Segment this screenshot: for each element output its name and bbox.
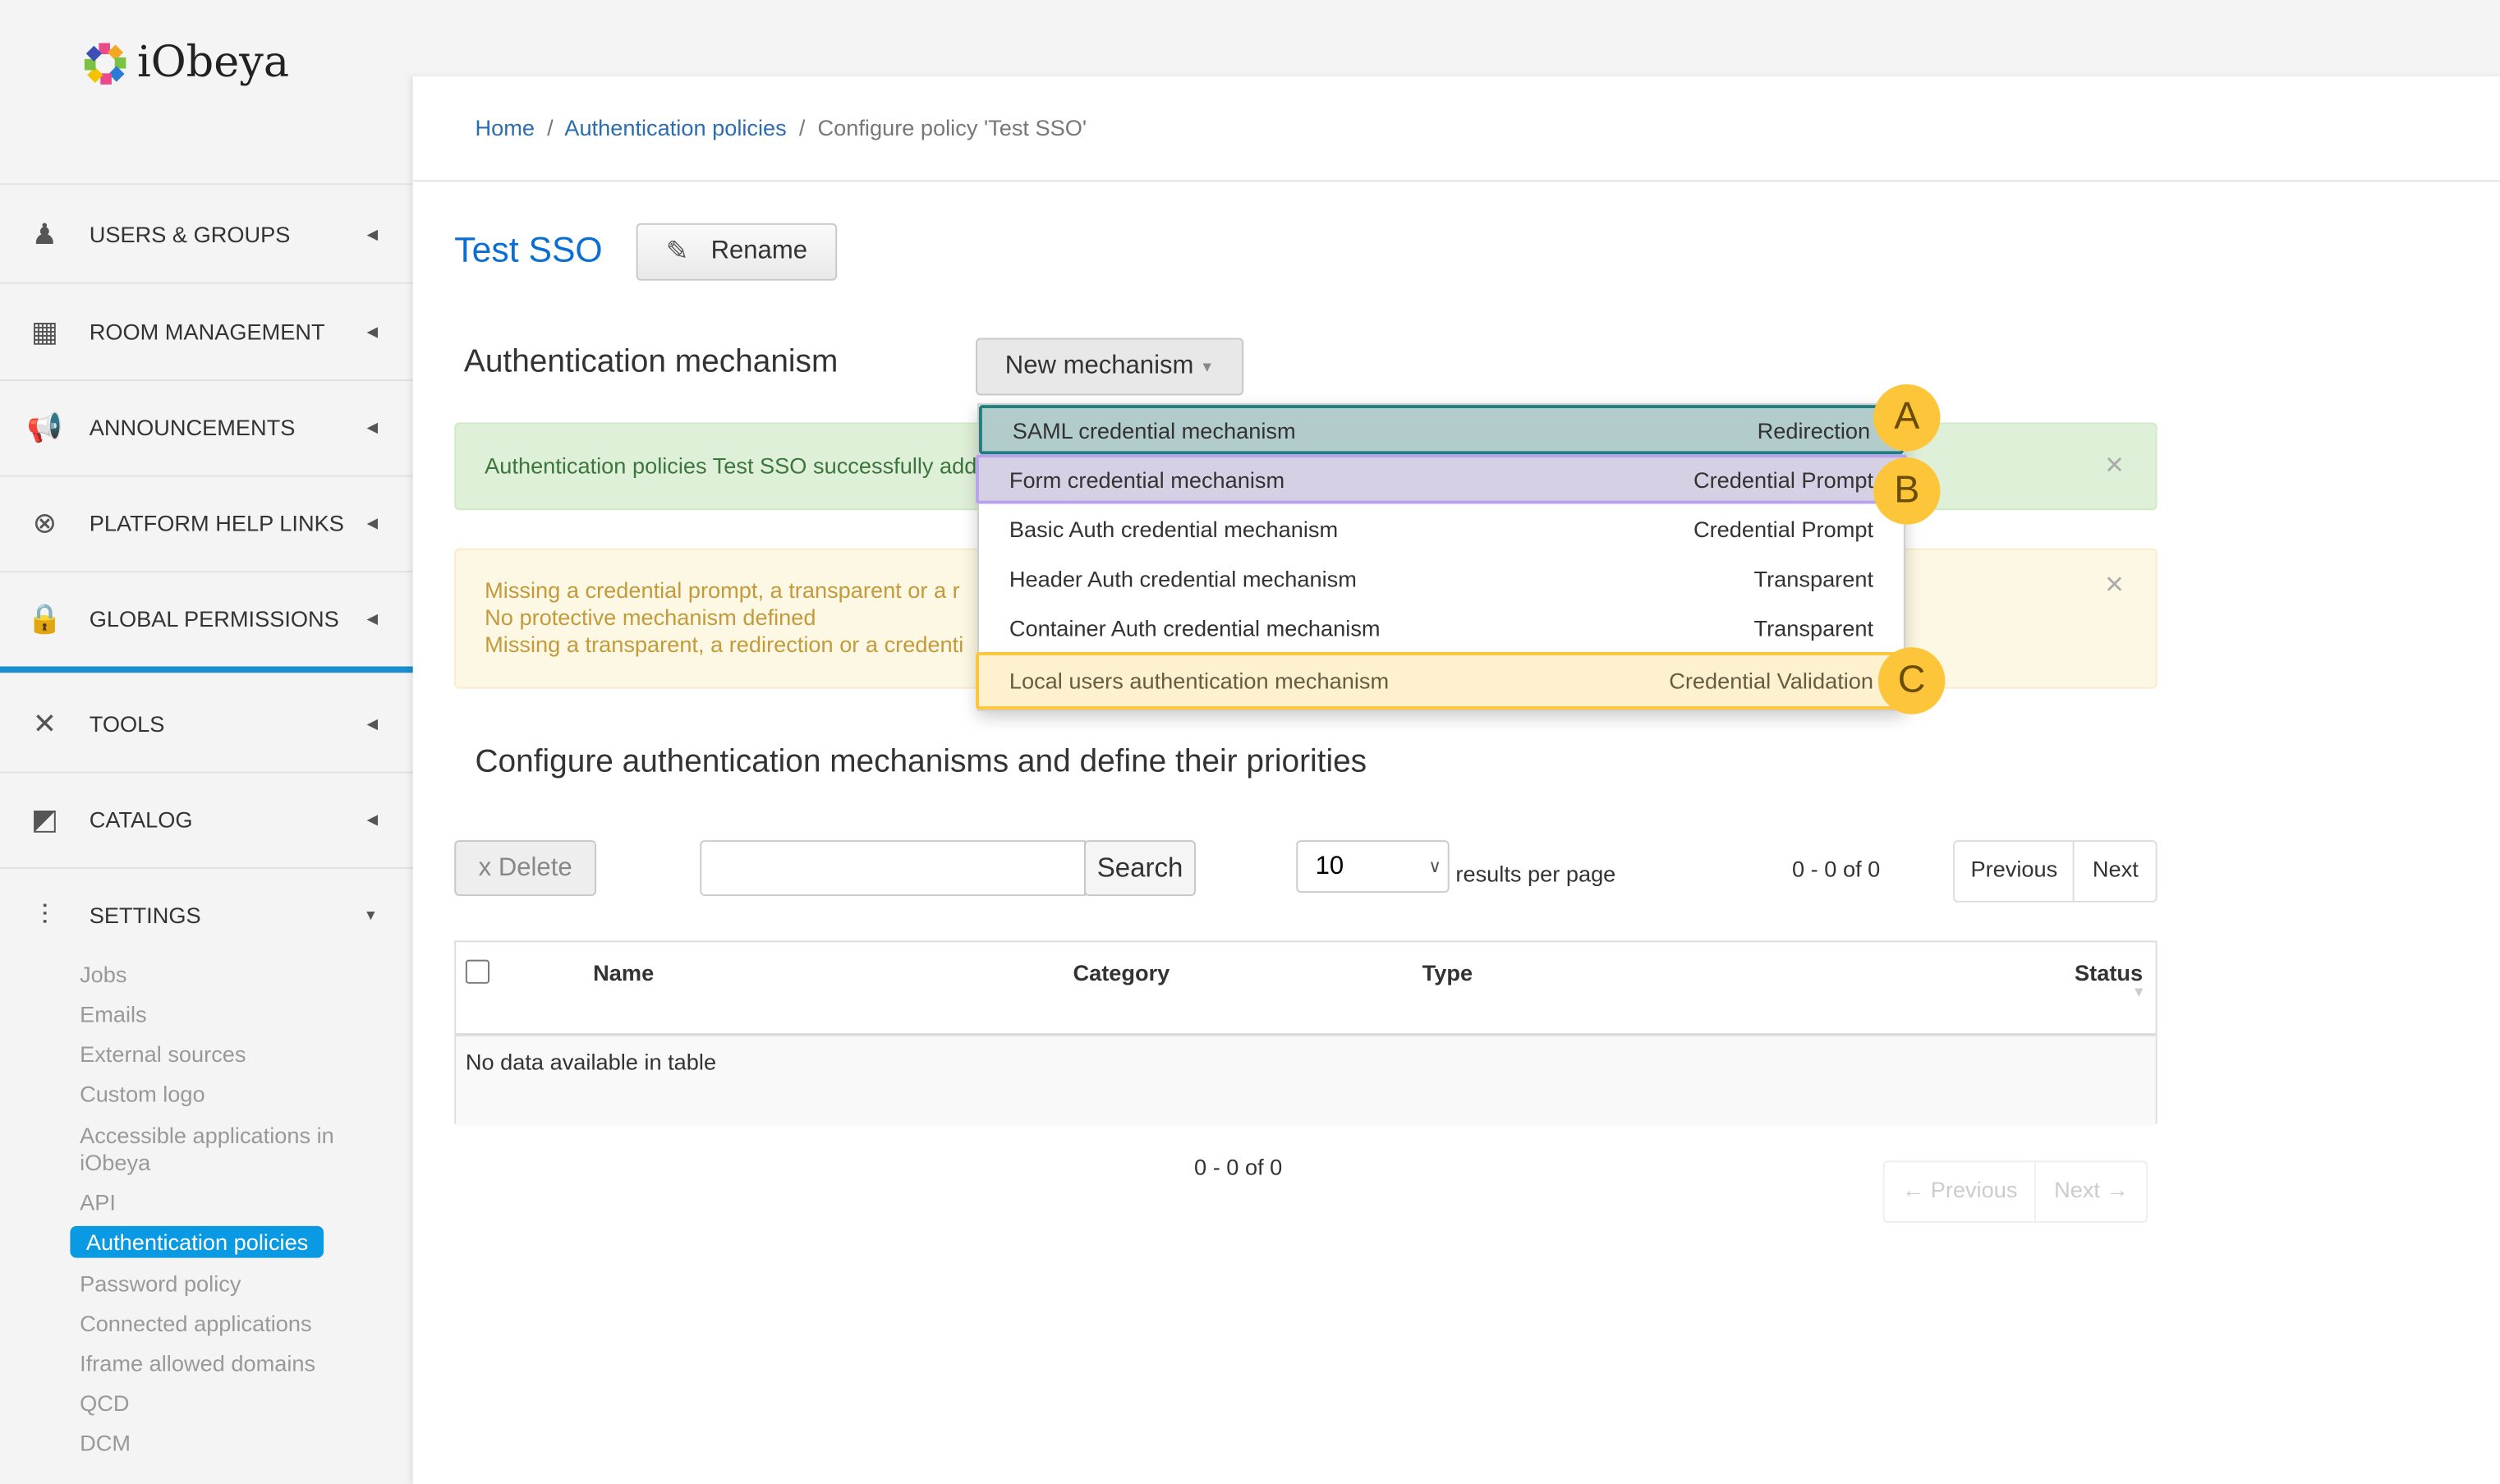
caret-left-icon: ◀ [366, 811, 379, 827]
menu-item-basic-auth[interactable]: Basic Auth credential mechanism Credentia… [979, 503, 1904, 553]
main-panel: Home / Authentication policies / Configu… [412, 76, 2500, 1484]
settings-link-jobs[interactable]: Jobs [80, 962, 126, 987]
sidebar-item-users-groups[interactable]: ♟ USERS & GROUPS ◀ [0, 186, 413, 284]
bottom-next-button[interactable]: Next → [2037, 1162, 2146, 1221]
settings-link-dcm[interactable]: DCM [80, 1430, 131, 1455]
per-page-label: results per page [1455, 861, 1616, 887]
bottom-previous-button[interactable]: ← Previous [1885, 1162, 2037, 1222]
lock-icon: 🔒 [26, 601, 63, 634]
menu-item-local-users[interactable]: Local users authentication mechanism Cred… [976, 651, 1907, 710]
bottom-range: 0 - 0 of 0 [1194, 1154, 1283, 1180]
caret-left-icon: ◀ [366, 609, 379, 626]
configure-heading: Configure authentication mechanisms and … [475, 744, 1367, 780]
sidebar-item-catalog[interactable]: ◩ CATALOG ◀ [0, 772, 413, 870]
sliders-icon: ⫶ [40, 898, 48, 930]
menu-item-container-auth[interactable]: Container Auth credential mechanism Trans… [979, 603, 1904, 652]
marker-b: B [1873, 457, 1941, 525]
menu-item-saml[interactable]: SAML credential mechanism Redirection [978, 405, 1904, 455]
mechanisms-table: Name Category Type Status ▼ No data avai… [454, 940, 2158, 1126]
pencil-icon: ✎ [665, 236, 689, 267]
breadcrumb-home[interactable]: Home [476, 115, 535, 140]
settings-link-emails[interactable]: Emails [80, 1001, 147, 1027]
settings-link-password-policy[interactable]: Password policy [80, 1270, 241, 1296]
empty-row: No data available in table [456, 1036, 2156, 1126]
user-icon: ♟ [31, 217, 58, 250]
sidebar-item-tools[interactable]: ✕ TOOLS ◀ [0, 676, 413, 774]
search-input[interactable] [700, 840, 1087, 897]
caret-left-icon: ◀ [366, 714, 379, 732]
caret-down-icon: ▼ [1200, 358, 1215, 375]
next-button[interactable]: Next [2075, 842, 2157, 901]
settings-link-accessible-apps[interactable]: Accessible applications in iObeya [70, 1123, 351, 1177]
settings-link-connected-apps[interactable]: Connected applications [80, 1311, 312, 1336]
breadcrumb: Home / Authentication policies / Configu… [475, 114, 1087, 140]
results-range: 0 - 0 of 0 [1792, 856, 1881, 882]
column-status[interactable]: Status [2075, 960, 2143, 986]
sidebar-item-settings[interactable]: ⫶ SETTINGS ▼ [0, 867, 413, 963]
sidebar-item-label: SETTINGS [89, 902, 201, 928]
settings-link-api[interactable]: API [80, 1189, 116, 1215]
column-category[interactable]: Category [1073, 960, 1170, 986]
sort-icon: ▼ [2131, 983, 2146, 1000]
close-icon[interactable]: × [2105, 424, 2124, 508]
menu-item-form[interactable]: Form credential mechanism Credential Prom… [976, 454, 1907, 504]
caret-left-icon: ◀ [366, 323, 379, 339]
tools-icon: ✕ [32, 706, 57, 739]
lifebuoy-icon: ⊗ [32, 506, 57, 539]
caret-down-icon: ▼ [363, 907, 379, 924]
settings-link-iframe-domains[interactable]: Iframe allowed domains [80, 1350, 315, 1376]
sidebar-item-label: CATALOG [89, 806, 193, 833]
menu-item-header-auth[interactable]: Header Auth credential mechanism Transpar… [979, 554, 1904, 603]
marker-c: C [1877, 647, 1946, 714]
per-page-select[interactable]: 10 ∨ [1296, 840, 1450, 894]
new-mechanism-dropdown[interactable]: New mechanism ▼ [976, 338, 1244, 396]
sidebar-item-announcements[interactable]: 📢 ANNOUNCEMENTS ◀ [0, 379, 413, 477]
sidebar-item-global-permissions[interactable]: 🔒 GLOBAL PERMISSIONS ◀ [0, 571, 413, 673]
catalog-icon: ◩ [30, 802, 58, 835]
sidebar-item-label: TOOLS [89, 710, 165, 737]
sidebar-item-label: PLATFORM HELP LINKS [89, 510, 344, 536]
breadcrumb-policies[interactable]: Authentication policies [564, 115, 786, 140]
sidebar-item-label: ROOM MANAGEMENT [89, 319, 325, 345]
sidebar-item-label: ANNOUNCEMENTS [89, 414, 296, 440]
settings-link-authentication-policies[interactable]: Authentication policies [70, 1225, 324, 1258]
settings-link-external-sources[interactable]: External sources [80, 1041, 246, 1067]
breadcrumb-current: Configure policy 'Test SSO' [817, 114, 1087, 140]
search-button[interactable]: Search [1084, 840, 1196, 897]
caret-left-icon: ◀ [366, 225, 379, 242]
delete-button[interactable]: x Delete [454, 840, 597, 897]
mechanism-heading: Authentication mechanism [463, 344, 839, 380]
sidebar-item-label: USERS & GROUPS [89, 221, 291, 247]
previous-button[interactable]: Previous [1955, 842, 2075, 901]
pagination-top: Previous Next [1953, 840, 2158, 903]
marker-a: A [1873, 384, 1941, 452]
sidebar-item-platform-help-links[interactable]: ⊗ PLATFORM HELP LINKS ◀ [0, 476, 413, 572]
page-title: Test SSO [454, 229, 603, 270]
new-mechanism-menu: SAML credential mechanism Redirection For… [976, 403, 1907, 711]
caret-left-icon: ◀ [366, 514, 379, 531]
settings-link-qcd[interactable]: QCD [80, 1390, 129, 1416]
caret-left-icon: ◀ [366, 418, 379, 435]
logo-text: iObeya [136, 38, 290, 88]
column-name[interactable]: Name [593, 960, 654, 986]
iobeya-logo-icon [84, 42, 126, 84]
select-all-checkbox[interactable] [465, 959, 489, 984]
megaphone-icon: 📢 [26, 410, 63, 443]
column-type[interactable]: Type [1422, 960, 1473, 986]
settings-link-custom-logo[interactable]: Custom logo [80, 1081, 205, 1106]
pagination-bottom: ← Previous Next → [1882, 1160, 2148, 1223]
building-icon: ▦ [30, 315, 58, 347]
close-icon[interactable]: × [2105, 569, 2124, 601]
rename-button[interactable]: ✎ Rename [636, 223, 838, 281]
sidebar-item-label: GLOBAL PERMISSIONS [89, 605, 339, 632]
sidebar-item-room-management[interactable]: ▦ ROOM MANAGEMENT ◀ [0, 284, 413, 381]
chevron-down-icon: ∨ [1428, 857, 1441, 877]
logo[interactable]: iObeya [83, 39, 289, 88]
